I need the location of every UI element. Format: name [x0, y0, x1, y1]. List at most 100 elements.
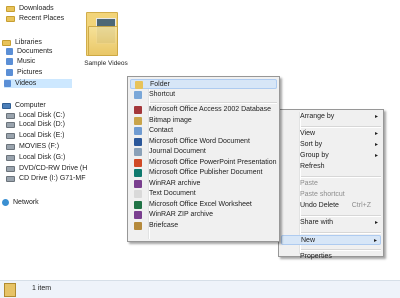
menu-item-label: New	[301, 237, 316, 244]
nav-item[interactable]: Libraries	[2, 38, 42, 47]
powerpoint-icon	[134, 158, 142, 167]
disk-icon	[6, 154, 15, 161]
bitmap-icon	[134, 116, 142, 125]
nav-item-label: Network	[13, 199, 39, 206]
nav-item-label: MOVIES (F:)	[19, 143, 60, 150]
menu-item[interactable]: Arrange by ▸	[281, 112, 381, 122]
menu-item-label: Shortcut	[149, 90, 176, 98]
nav-item[interactable]: Network	[2, 198, 39, 207]
menu-separator	[150, 102, 277, 104]
menu-item[interactable]: Text Document	[130, 189, 277, 199]
menu-item-label: WinRAR ZIP archive	[149, 211, 214, 218]
recent-places-icon	[6, 15, 15, 22]
submenu-arrow-icon: ▸	[374, 114, 378, 120]
nav-item[interactable]: Documents	[6, 47, 52, 56]
nav-item-label: Pictures	[17, 69, 43, 76]
nav-item-label: Documents	[17, 48, 53, 55]
new-submenu: Folder Shortcut Microsoft Office Access 20…	[127, 76, 280, 242]
nav-item[interactable]: Music	[6, 57, 35, 66]
nav-item[interactable]: Computer	[2, 101, 46, 110]
nav-item[interactable]: Pictures	[6, 68, 42, 77]
nav-item-label: Computer	[15, 102, 46, 109]
menu-separator	[301, 232, 381, 234]
contact-icon	[134, 127, 142, 135]
nav-item[interactable]: Local Disk (G:)	[6, 153, 65, 162]
menu-item-label: WinRAR archive	[149, 179, 201, 187]
navigation-pane: Downloads Recent Places Libraries Documents…	[0, 0, 87, 280]
menu-item[interactable]: Briefcase	[130, 221, 277, 231]
menu-item[interactable]: Share with ▸	[281, 218, 381, 228]
music-icon	[6, 58, 13, 65]
nav-item-label: Local Disk (C:)	[19, 112, 65, 119]
context-menu: Arrange by ▸ View ▸ Sort by ▸ Group by ▸ Refresh…	[278, 109, 384, 260]
menu-item[interactable]: Properties	[281, 252, 381, 262]
nav-item-label: Downloads	[19, 5, 54, 12]
menu-item[interactable]: Undo Delete Ctrl+Z	[281, 201, 381, 211]
nav-item[interactable]: Local Disk (D:)	[6, 120, 65, 129]
nav-item[interactable]: Recent Places	[6, 14, 64, 23]
menu-item-label: Arrange by	[300, 113, 335, 120]
menu-item[interactable]: Refresh	[281, 162, 381, 172]
sample-videos-folder[interactable]	[86, 8, 118, 56]
menu-item[interactable]: Contact	[130, 126, 277, 136]
menu-item[interactable]: Microsoft Office Access 2002 Database	[130, 105, 277, 115]
access-icon	[134, 106, 142, 114]
winrar-zip-icon	[134, 211, 142, 219]
videos-icon	[4, 80, 11, 87]
disk-icon	[6, 143, 15, 150]
menu-item[interactable]: WinRAR archive	[130, 179, 277, 189]
menu-item[interactable]: WinRAR ZIP archive	[130, 210, 277, 220]
menu-item-label: Paste	[300, 180, 318, 187]
menu-item[interactable]: Shortcut	[130, 90, 277, 100]
menu-item-label: Journal Document	[149, 148, 206, 155]
menu-item[interactable]: Sort by ▸	[281, 140, 381, 150]
menu-item-label: Group by	[300, 152, 329, 159]
menu-item[interactable]: Microsoft Office Publisher Document	[130, 168, 277, 178]
folder-front-icon	[88, 26, 118, 56]
nav-item-label: Music	[17, 58, 36, 65]
excel-icon	[134, 200, 142, 209]
menu-item-label: Briefcase	[149, 221, 179, 229]
nav-item[interactable]: Videos	[4, 79, 72, 88]
nav-item[interactable]: Downloads	[6, 4, 54, 13]
libraries-icon	[2, 39, 11, 46]
menu-item[interactable]: Group by ▸	[281, 151, 381, 161]
menu-item-label: View	[300, 130, 316, 137]
item-count: 1 item	[32, 285, 52, 292]
nav-item[interactable]: CD Drive (I:) G71-MF	[6, 174, 86, 183]
menu-item[interactable]: Microsoft Office Word Document	[130, 137, 277, 147]
journal-icon	[134, 148, 142, 156]
menu-item-label: Refresh	[300, 163, 325, 170]
folder-label[interactable]: Sample Videos	[82, 60, 130, 67]
menu-item[interactable]: Bitmap image	[130, 116, 277, 126]
menu-separator	[301, 176, 381, 178]
nav-item[interactable]: Local Disk (C:)	[6, 111, 65, 120]
menu-item[interactable]: Microsoft Office PowerPoint Presentation	[130, 158, 277, 168]
menu-item[interactable]: Microsoft Office Excel Worksheet	[130, 200, 277, 210]
menu-item-label: Share with	[300, 219, 334, 226]
menu-item: Paste	[281, 179, 381, 189]
nav-item-label: Recent Places	[19, 15, 65, 22]
menu-separator	[301, 126, 381, 128]
disk-icon	[6, 121, 15, 128]
nav-item[interactable]: Local Disk (E:)	[6, 131, 65, 140]
folder-icon	[135, 81, 143, 89]
menu-item-shortcut: Ctrl+Z	[351, 202, 371, 209]
nav-item[interactable]: MOVIES (F:)	[6, 142, 59, 151]
text-document-icon	[134, 190, 142, 198]
menu-item[interactable]: View ▸	[281, 129, 381, 139]
menu-item-label: Microsoft Office Publisher Document	[149, 169, 263, 176]
menu-item-label: Properties	[300, 253, 332, 260]
computer-icon	[2, 102, 11, 109]
network-icon	[2, 199, 9, 206]
menu-item[interactable]: New ▸	[281, 235, 381, 245]
menu-item[interactable]: Folder	[130, 79, 277, 89]
winrar-icon	[134, 179, 142, 188]
briefcase-icon	[134, 221, 142, 230]
menu-item-label: Microsoft Office Word Document	[149, 137, 250, 145]
menu-item[interactable]: Journal Document	[130, 147, 277, 157]
nav-item-label: Local Disk (E:)	[19, 132, 65, 139]
submenu-arrow-icon: ▸	[373, 238, 377, 244]
menu-item-label: Undo Delete	[300, 202, 339, 209]
menu-separator	[301, 249, 381, 251]
